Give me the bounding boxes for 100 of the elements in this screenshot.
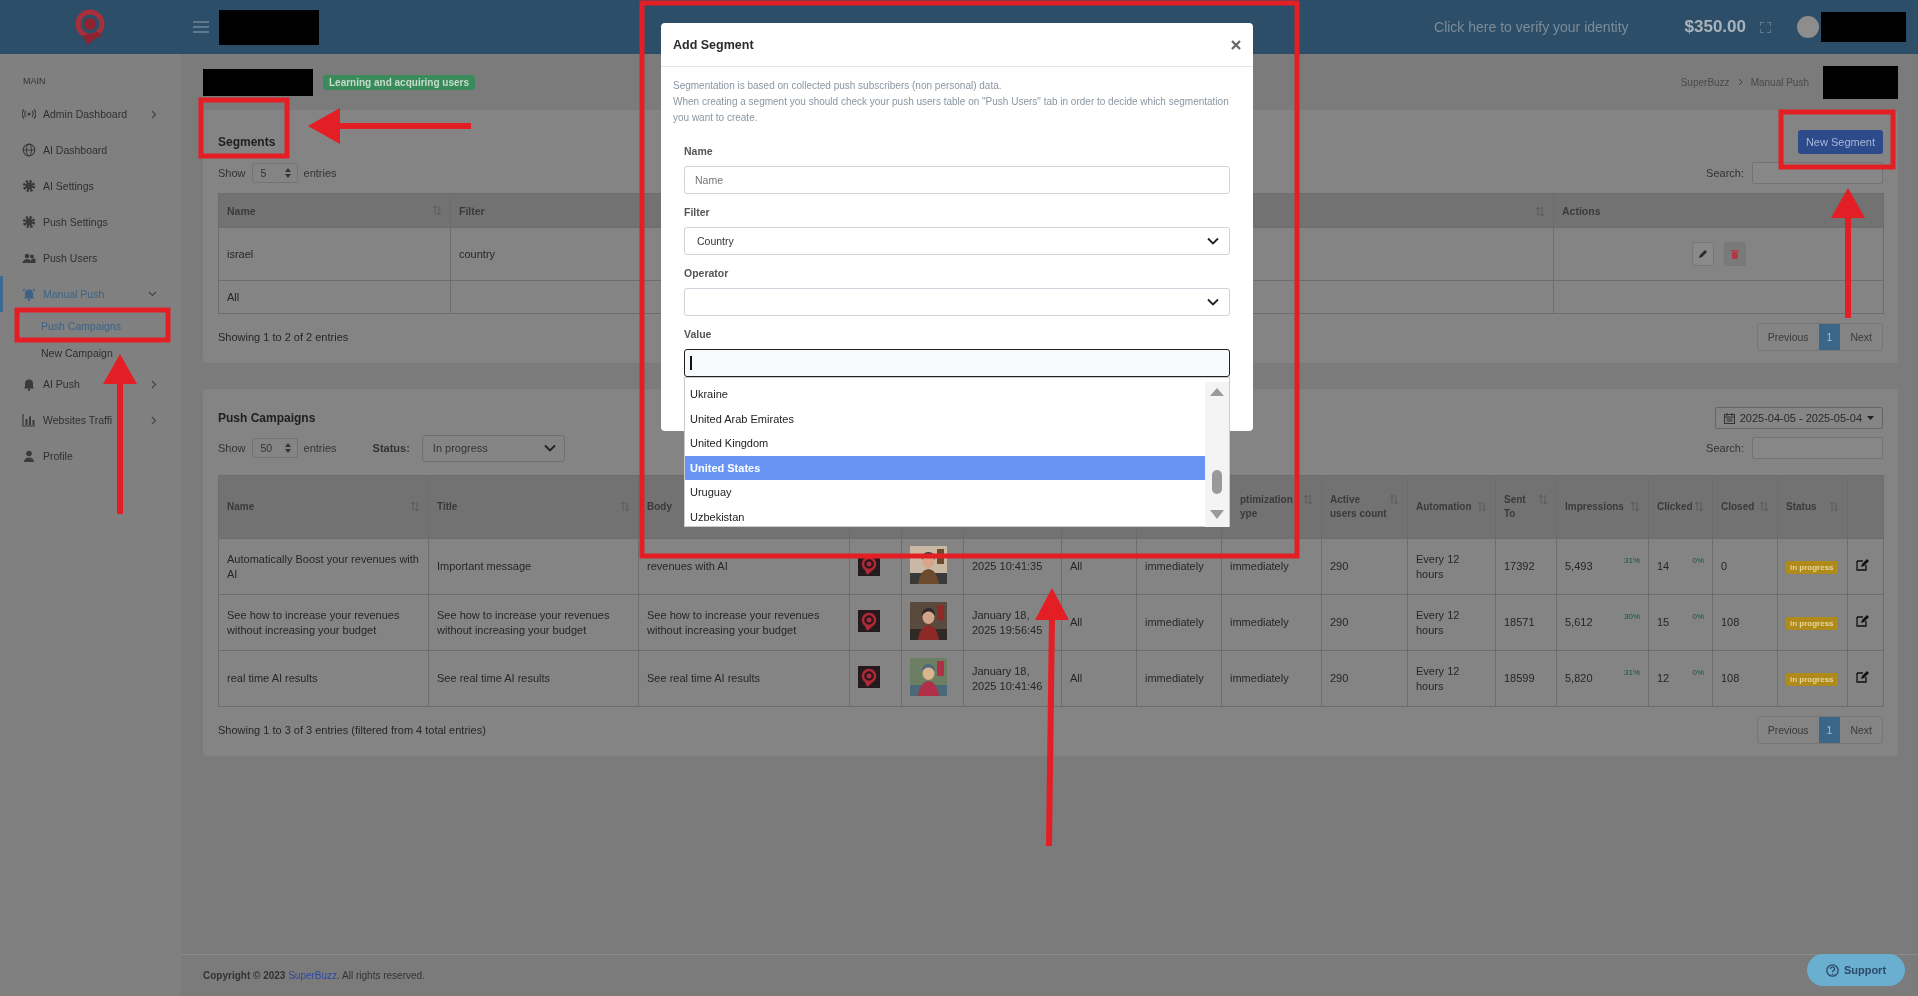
sort-icon [1389,494,1399,505]
table-info: Showing 1 to 3 of 3 entries (filtered from 4 total entries) [218,724,486,736]
table-cell: 0 [1712,538,1778,595]
chevron-down-icon [543,444,556,452]
clicked-count: 15 [1657,616,1670,628]
combo-field[interactable] [684,349,1230,377]
status-badge: in progress [1786,616,1838,630]
avatar[interactable] [1797,16,1819,38]
table-cell: See how to increase your revenues without increasing your budget [638,594,850,651]
chevron-right-icon [1737,78,1743,86]
select-field[interactable] [684,288,1230,316]
column-header[interactable]: Status [1777,475,1848,539]
column-header[interactable]: Title [428,475,639,539]
text-field[interactable]: Name [684,166,1230,194]
table-cell: See how to increase your revenues without increasing your budget [218,594,429,651]
edit-icon[interactable] [1856,614,1869,627]
table-cell: Important message [428,538,639,595]
select-field[interactable]: Country [684,227,1230,255]
bell-icon [22,287,36,301]
column-header[interactable]: Sent To [1495,475,1557,539]
table-cell: immediately [1221,538,1322,595]
column-header[interactable]: Closed [1712,475,1778,539]
sort-icon [410,501,420,512]
table-cell: 290 [1321,538,1408,595]
gear-icon [22,179,36,193]
sidebar-item[interactable]: Profile [0,438,181,474]
column-header[interactable]: Name [218,193,451,228]
verify-identity-link[interactable]: Click here to verify your identity [1434,19,1629,35]
rate-label: 31% [1624,555,1640,567]
status-select[interactable]: In progress [421,434,565,462]
new-segment-button[interactable]: New Segment [1797,129,1883,154]
date-range-button[interactable]: 2025-04-05 - 2025-05-04 [1714,407,1883,429]
page-button[interactable]: 1 [1818,324,1841,350]
sidebar-item[interactable]: Admin Dashboard [0,96,181,132]
table-cell: immediately [1136,650,1222,707]
status-badge: Learning and acquiring users [323,74,476,90]
page-size-select[interactable]: 50 [251,438,298,458]
dropdown-option[interactable]: United Arab Emirates [685,406,1205,432]
dropdown-option[interactable]: United States [685,455,1205,481]
sidebar-item[interactable]: Push Users [0,240,181,276]
table-cell: 290 [1321,650,1408,707]
impressions-count: 5,612 [1565,616,1593,628]
caret-icon [1867,416,1874,420]
dropdown-option[interactable]: United Kingdom [685,431,1205,456]
globe-icon [22,143,36,157]
trash-icon [1730,249,1739,259]
field-label: Operator [684,266,730,281]
status-badge: in progress [1786,560,1838,574]
table-cell: real time AI results [218,650,429,707]
table-info: Showing 1 to 2 of 2 entries [218,331,349,343]
sidebar-item[interactable]: AI Dashboard [0,132,181,168]
table-cell: 108 [1712,594,1778,651]
page-button[interactable]: 1 [1818,717,1841,743]
sidebar-item[interactable]: AI Settings [0,168,181,204]
rate-label: 31% [1624,667,1640,679]
show-label: Show [218,167,246,179]
table-cell: Every 12 hours [1407,650,1496,707]
sidebar-item[interactable]: Push Settings [0,204,181,240]
table-cell: 290 [1321,594,1408,651]
column-header[interactable]: Impressions [1556,475,1649,539]
edit-button[interactable] [1691,242,1714,266]
clicked-count: 14 [1657,560,1670,572]
rate-label: 0% [1692,555,1704,567]
gear-icon [22,215,36,229]
column-header[interactable]: Automation [1407,475,1496,539]
table-cell: All [218,280,451,314]
sidebar-subitem[interactable]: New Campaign [0,339,181,366]
user-icon [22,449,36,463]
description-text: Segmentation is based on collected push subscribers (non personal) data. [673,79,1003,93]
close-icon[interactable] [1231,39,1241,50]
search-label: Search: [1706,167,1744,179]
pencil-icon [1697,249,1708,259]
table-cell: immediately [1136,538,1222,595]
edit-icon[interactable] [1856,670,1869,683]
card-title: Push Campaigns [218,411,316,425]
column-header[interactable]: Clicked [1648,475,1713,539]
chevron-down-icon [1207,237,1219,245]
search-label: Search: [1706,442,1744,454]
sidebar-item[interactable]: Websites Traffi [0,402,181,438]
table-cell: Automatically Boost your revenues with AI [218,538,429,595]
column-header[interactable]: Active users count [1321,475,1408,539]
table-cell: 18599 [1495,650,1557,707]
support-button[interactable]: Support [1807,954,1905,986]
up-down-arrows-icon [284,443,291,453]
column-header: Actions [1553,193,1884,228]
table-cell: All [1061,538,1137,595]
sidebar-item[interactable]: AI Push [0,366,181,402]
sort-icon [1538,494,1548,505]
column-header[interactable]: Name [218,475,429,539]
table-cell: See real time AI results [638,650,850,707]
table-cell: immediately [1136,594,1222,651]
edit-icon[interactable] [1856,558,1869,571]
page-size-select[interactable]: 5 [251,163,298,183]
sort-icon [1759,501,1769,512]
dropdown-option[interactable]: Ukraine [685,382,1205,407]
table-cell: revenues with AI [638,538,850,595]
logo-icon [858,665,880,688]
card-title: Segments [218,134,276,149]
sort-icon [620,501,630,512]
description-text: When creating a segment you should check your push users table on "Push Users" tab in order to decide which segmentation you want to create. [673,95,1230,125]
